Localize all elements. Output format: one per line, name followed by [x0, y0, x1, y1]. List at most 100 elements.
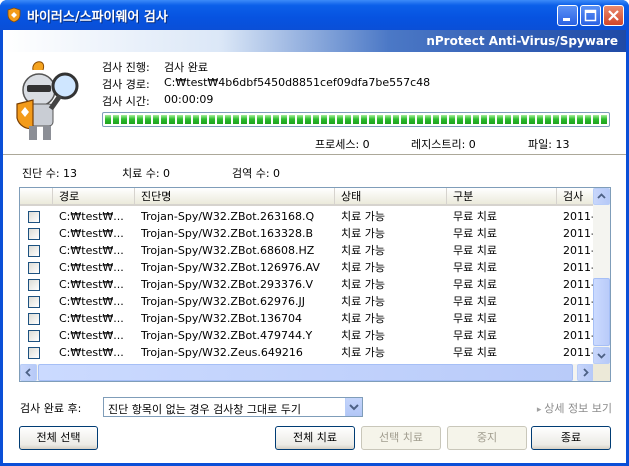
progress-segment — [385, 115, 391, 124]
cell-date: 2011- — [563, 329, 594, 342]
treated-count: 치료 수: 0 — [122, 167, 171, 180]
table-row[interactable]: C:₩test₩... Trojan-Spy/W32.ZBot.62976.JJ 치… — [20, 293, 594, 310]
column-header-type[interactable]: 구분 — [447, 188, 557, 206]
vertical-scrollbar[interactable] — [593, 188, 610, 364]
after-scan-select[interactable]: 진단 항목이 없는 경우 검사창 그대로 두기 — [103, 397, 363, 417]
time-value: 00:00:09 — [164, 93, 214, 106]
scroll-up-button[interactable] — [593, 188, 610, 205]
row-checkbox[interactable] — [28, 347, 40, 359]
progress-segment — [217, 115, 223, 124]
cell-name: Trojan-Spy/W32.ZBot.68608.HZ — [141, 244, 315, 257]
divider — [3, 154, 626, 155]
progress-segment — [361, 115, 367, 124]
row-checkbox[interactable] — [28, 296, 40, 308]
scroll-right-button[interactable] — [577, 364, 594, 381]
exit-button[interactable]: 종료 — [531, 426, 611, 450]
after-scan-selected: 진단 항목이 없는 경우 검사창 그대로 두기 — [108, 403, 302, 416]
select-all-button[interactable]: 전체 선택 — [19, 426, 98, 450]
row-checkbox[interactable] — [28, 313, 40, 325]
progress-segment — [289, 115, 295, 124]
column-header-check[interactable] — [20, 188, 53, 206]
treat-all-button[interactable]: 전체 치료 — [275, 426, 355, 450]
table-row[interactable]: C:₩test₩... Trojan-Spy/W32.ZBot.293376.V 치… — [20, 276, 594, 293]
row-checkbox[interactable] — [28, 262, 40, 274]
progress-segment — [105, 115, 111, 124]
progress-segment — [129, 115, 135, 124]
progress-segment — [377, 115, 383, 124]
cell-date: 2011- — [563, 312, 594, 325]
progress-segment — [265, 115, 271, 124]
chevron-down-icon — [597, 353, 606, 359]
brand-title: nProtect Anti-Virus/Spyware — [426, 34, 618, 48]
progress-segment — [393, 115, 399, 124]
time-label: 검사 시간: — [102, 95, 150, 108]
column-header-date[interactable]: 검사 — [557, 188, 594, 206]
row-checkbox[interactable] — [28, 228, 40, 240]
shield-icon — [7, 7, 21, 23]
progress-segment — [545, 115, 551, 124]
horizontal-scroll-thumb[interactable] — [38, 364, 573, 381]
registry-count: 레지스트리: 0 — [411, 138, 476, 151]
progress-segment — [473, 115, 479, 124]
progress-segment — [209, 115, 215, 124]
progress-segment — [329, 115, 335, 124]
column-header-status[interactable]: 상태 — [335, 188, 447, 206]
row-checkbox[interactable] — [28, 211, 40, 223]
progress-segment — [489, 115, 495, 124]
cell-path: C:₩test₩... — [59, 346, 124, 359]
scroll-down-button[interactable] — [593, 347, 610, 364]
row-checkbox[interactable] — [28, 279, 40, 291]
close-button[interactable] — [603, 5, 624, 26]
progress-segment — [513, 115, 519, 124]
progress-segment — [401, 115, 407, 124]
list-header: 경로 진단명 상태 구분 검사 — [20, 188, 594, 206]
details-link-label: 상세 정보 보기 — [544, 402, 612, 415]
progress-segment — [185, 115, 191, 124]
title-bar[interactable]: 바이러스/스파이웨어 검사 — [0, 0, 629, 30]
progress-segment — [449, 115, 455, 124]
progress-segment — [521, 115, 527, 124]
progress-segment — [153, 115, 159, 124]
progress-segment — [145, 115, 151, 124]
treat-selected-button[interactable]: 선택 치료 — [361, 426, 441, 450]
progress-segment — [369, 115, 375, 124]
close-icon — [608, 10, 619, 21]
dropdown-button[interactable] — [345, 398, 362, 416]
table-row[interactable]: C:₩test₩... Trojan-Spy/W32.ZBot.126976.AV… — [20, 259, 594, 276]
table-row[interactable]: C:₩test₩... Trojan-Spy/W32.ZBot.263168.Q 치… — [20, 208, 594, 225]
cell-name: Trojan-Spy/W32.ZBot.263168.Q — [141, 210, 315, 223]
minimize-button[interactable] — [557, 5, 578, 26]
table-row[interactable]: C:₩test₩... Trojan-Spy/W32.ZBot.479744.Y 치… — [20, 327, 594, 344]
details-link[interactable]: ▸ 상세 정보 보기 — [537, 400, 612, 416]
horizontal-scrollbar[interactable] — [20, 364, 594, 381]
scroll-left-button[interactable] — [20, 364, 37, 381]
progress-segment — [177, 115, 183, 124]
progress-segment — [529, 115, 535, 124]
row-checkbox[interactable] — [28, 330, 40, 342]
minimize-icon — [563, 18, 570, 21]
stop-button[interactable]: 중지 — [447, 426, 527, 450]
cell-name: Trojan-Spy/W32.ZBot.163328.B — [141, 227, 314, 240]
table-row[interactable]: C:₩test₩... Trojan-Spy/W32.ZBot.68608.HZ 치… — [20, 242, 594, 259]
progress-value: 검사 완료 — [164, 61, 208, 74]
row-checkbox[interactable] — [28, 245, 40, 257]
maximize-button[interactable] — [580, 5, 601, 26]
progress-label: 검사 진행: — [102, 61, 150, 74]
table-row[interactable]: C:₩test₩... Trojan-Spy/W32.Zeus.649216 치료 … — [20, 344, 594, 361]
column-header-name[interactable]: 진단명 — [135, 188, 335, 206]
table-row[interactable]: C:₩test₩... Trojan-Spy/W32.ZBot.136704 치료 … — [20, 310, 594, 327]
progress-segment — [225, 115, 231, 124]
cell-path: C:₩test₩... — [59, 244, 124, 257]
column-header-path[interactable]: 경로 — [53, 188, 135, 206]
cell-path: C:₩test₩... — [59, 295, 124, 308]
progress-segment — [561, 115, 567, 124]
progress-segment — [321, 115, 327, 124]
progress-segment — [273, 115, 279, 124]
cell-date: 2011- — [563, 261, 594, 274]
table-row[interactable]: C:₩test₩... Trojan-Spy/W32.ZBot.163328.B 치… — [20, 225, 594, 242]
vertical-scroll-thumb[interactable] — [593, 278, 610, 346]
cell-path: C:₩test₩... — [59, 261, 124, 274]
progress-segment — [577, 115, 583, 124]
detection-list[interactable]: 경로 진단명 상태 구분 검사 C:₩test₩... Trojan-Spy/W3… — [19, 187, 611, 382]
main-window: 바이러스/스파이웨어 검사 nProtect Anti-Virus/Spywar… — [0, 0, 629, 466]
